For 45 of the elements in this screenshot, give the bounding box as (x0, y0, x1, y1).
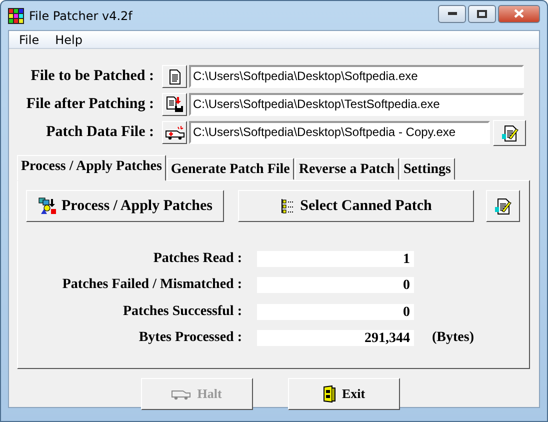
edit-button[interactable] (493, 120, 526, 146)
shapes-icon (38, 197, 58, 215)
close-icon (514, 9, 524, 18)
field-label: File after Patching : (25, 96, 154, 113)
unit-label: (Bytes) (432, 330, 474, 346)
ambulance-icon (171, 388, 192, 400)
path-field[interactable]: C:\Users\Softpedia\Desktop\Softpedia.exe (189, 65, 524, 88)
tab[interactable]: Reverse a Patch (294, 158, 398, 180)
tab[interactable]: Settings (400, 158, 455, 180)
stat-value: 0 (257, 304, 414, 320)
window-title: File Patcher v4.2f (29, 8, 134, 22)
select-patch-button[interactable]: Select Canned Patch (238, 190, 474, 222)
minimize-icon (448, 12, 456, 15)
close-button[interactable] (498, 4, 540, 22)
field-label: File to be Patched : (30, 68, 154, 85)
tab[interactable]: Generate Patch File (166, 158, 294, 180)
field-label: Patch Data File : (45, 124, 154, 141)
door-icon (322, 385, 336, 403)
document-disk-icon (166, 96, 184, 113)
browse-button[interactable] (162, 65, 187, 88)
stat-value: 291,344 (257, 330, 414, 346)
maximize-button[interactable] (468, 4, 496, 22)
exit-button[interactable]: Exit (288, 378, 400, 410)
stat-label: Patches Successful : (122, 304, 242, 320)
stat-value: 0 (257, 277, 414, 293)
path-field[interactable]: C:\Users\Softpedia\Desktop\TestSoftpedia.exe (189, 93, 524, 116)
stat-label: Patches Read : (152, 250, 242, 266)
tab[interactable]: Process / Apply Patches (17, 155, 166, 181)
menu-item[interactable]: File (11, 32, 48, 46)
app-logo-icon (8, 8, 24, 24)
maximize-icon (477, 10, 487, 18)
stat-value: 1 (257, 250, 414, 266)
stat-label: Bytes Processed : (138, 330, 242, 346)
menu-item[interactable]: Help (47, 32, 90, 46)
edit-button[interactable] (486, 190, 520, 222)
document-pencil-icon (500, 124, 518, 142)
path-field[interactable]: C:\Users\Softpedia\Desktop\Softpedia - Copy.exe (189, 121, 490, 144)
document-pencil-icon (494, 197, 512, 215)
stat-label: Patches Failed / Mismatched : (61, 277, 242, 293)
minimize-button[interactable] (438, 4, 466, 22)
document-icon (168, 68, 182, 84)
browse-button[interactable] (162, 121, 187, 144)
browse-button[interactable] (162, 93, 187, 116)
ambulance-icon (164, 126, 184, 140)
process-button[interactable]: Process / Apply Patches (26, 190, 224, 222)
